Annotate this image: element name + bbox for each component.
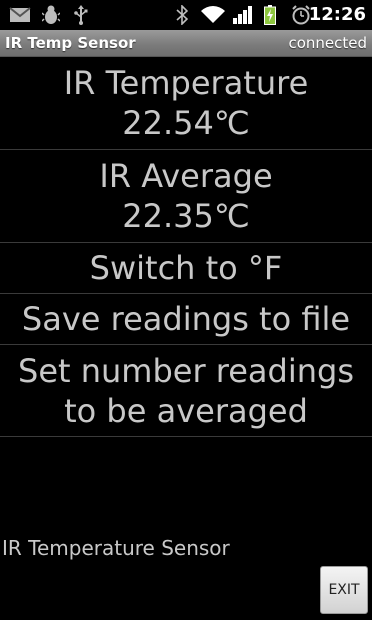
bluetooth-icon (174, 5, 190, 25)
gmail-icon (8, 5, 32, 25)
exit-button[interactable]: EXIT (320, 566, 368, 614)
main-list: IR Temperature 22.54℃ IR Average 22.35℃ … (0, 57, 372, 437)
clock-time: 12:26 (308, 4, 366, 25)
battery-charging-icon (262, 5, 278, 25)
ir-average-reading: IR Average 22.35℃ (0, 150, 372, 243)
signal-icon (232, 5, 254, 25)
app-title: IR Temp Sensor (5, 34, 136, 52)
set-number-label-line1: Set number readings (18, 351, 354, 390)
status-bar: 12:26 (0, 0, 372, 30)
save-readings-button[interactable]: Save readings to file (0, 294, 372, 345)
ir-temperature-reading: IR Temperature 22.54℃ (0, 57, 372, 150)
android-debug-icon (40, 5, 62, 25)
usb-icon (70, 5, 92, 25)
title-bar: IR Temp Sensor connected (0, 30, 372, 57)
save-readings-label: Save readings to file (21, 300, 351, 338)
ir-temperature-value: 22.54℃ (122, 104, 250, 142)
set-number-label-line2: to be averaged (64, 391, 308, 430)
ir-temperature-label: IR Temperature (63, 64, 309, 102)
connection-status: connected (288, 34, 367, 52)
set-number-readings-button[interactable]: Set number readings to be averaged (0, 345, 372, 437)
ir-average-value: 22.35℃ (122, 197, 250, 235)
switch-unit-button[interactable]: Switch to °F (0, 243, 372, 294)
switch-unit-label: Switch to °F (89, 249, 283, 287)
wifi-icon (200, 5, 226, 25)
ir-average-label: IR Average (99, 157, 273, 195)
footer-label: IR Temperature Sensor (2, 536, 230, 560)
